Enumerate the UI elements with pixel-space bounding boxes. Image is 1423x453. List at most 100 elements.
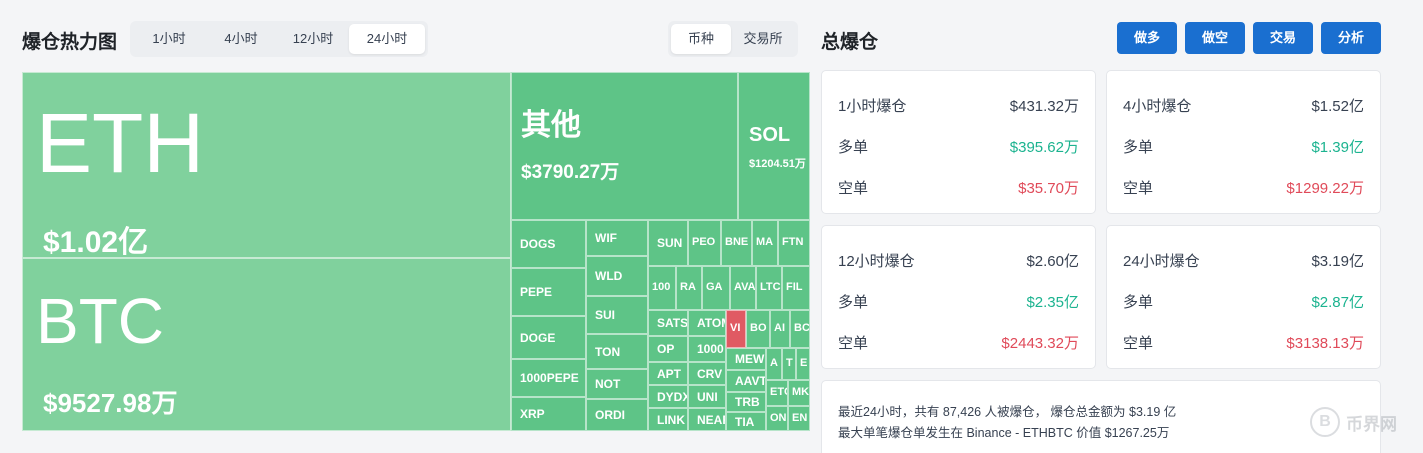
treemap-cell-wif[interactable]: WIF bbox=[586, 220, 648, 256]
treemap-cell-t[interactable]: T bbox=[782, 348, 796, 380]
treemap-cell-doge[interactable]: DOGE bbox=[511, 316, 586, 359]
cell-symbol: CRV bbox=[697, 367, 723, 381]
cell-symbol: NOT bbox=[595, 377, 621, 391]
treemap-cell-etc[interactable]: ETC bbox=[766, 380, 788, 406]
card-row-long: 多单 $2.35亿 bbox=[838, 291, 1079, 311]
treemap-cell-ai[interactable]: AI bbox=[770, 310, 790, 348]
treemap-cell-sun[interactable]: SUN bbox=[648, 220, 688, 266]
treemap-cell-trb[interactable]: TRB bbox=[726, 392, 766, 412]
long-button[interactable]: 做多 bbox=[1117, 22, 1177, 54]
treemap-cell-near[interactable]: NEAR bbox=[688, 408, 726, 431]
treemap-cell-sol[interactable]: SOL $1204.51万 bbox=[738, 72, 810, 220]
tab-coin[interactable]: 币种 bbox=[671, 24, 731, 54]
short-amount: $3138.13万 bbox=[1286, 335, 1364, 352]
analysis-button[interactable]: 分析 bbox=[1321, 22, 1381, 54]
treemap-cell-e[interactable]: E bbox=[796, 348, 810, 380]
treemap-cell-dogs[interactable]: DOGS bbox=[511, 220, 586, 268]
summary-line-1: 最近24小时，共有 87,426 人被爆仓， 爆仓总金额为 $3.19 亿 bbox=[838, 405, 1177, 419]
card-row-short: 空单 $35.70万 bbox=[838, 177, 1079, 197]
treemap-cell-peo[interactable]: PEO bbox=[688, 220, 721, 266]
card-row-total: 12小时爆仓 $2.60亿 bbox=[838, 250, 1079, 270]
treemap-cell-xrp[interactable]: XRP bbox=[511, 397, 586, 431]
treemap-cell-not[interactable]: NOT bbox=[586, 369, 648, 399]
treemap-cell-ordi[interactable]: ORDI bbox=[586, 399, 648, 431]
cell-symbol: 1000PEPE bbox=[520, 371, 579, 385]
tab-exchange[interactable]: 交易所 bbox=[731, 24, 795, 54]
cell-symbol: SATS bbox=[657, 316, 688, 330]
treemap-cell-wld[interactable]: WLD bbox=[586, 256, 648, 296]
cell-symbol: DOGS bbox=[520, 237, 556, 251]
treemap-cell-en[interactable]: EN bbox=[788, 406, 810, 431]
treemap-cell-pepe[interactable]: PEPE bbox=[511, 268, 586, 316]
treemap-cell-uni[interactable]: UNI bbox=[688, 385, 726, 408]
treemap-cell-apt[interactable]: APT bbox=[648, 362, 688, 385]
treemap-cell-bne[interactable]: BNE bbox=[721, 220, 752, 266]
card-row-short: 空单 $3138.13万 bbox=[1123, 332, 1364, 352]
treemap-cell-ava[interactable]: AVA bbox=[730, 266, 756, 310]
cell-symbol: RA bbox=[680, 281, 696, 293]
card-row-long: 多单 $2.87亿 bbox=[1123, 291, 1364, 311]
treemap-cell-1000pepe[interactable]: 1000PEPE bbox=[511, 359, 586, 397]
treemap-cell-a[interactable]: A bbox=[766, 348, 782, 380]
treemap-cell-bo[interactable]: BO bbox=[746, 310, 770, 348]
treemap-cell-ton[interactable]: TON bbox=[586, 334, 648, 369]
tab-1h[interactable]: 1小时 bbox=[133, 24, 205, 54]
trade-button[interactable]: 交易 bbox=[1253, 22, 1313, 54]
short-amount: $35.70万 bbox=[1018, 180, 1079, 197]
tab-4h[interactable]: 4小时 bbox=[205, 24, 277, 54]
treemap-cell-dydx[interactable]: DYDX bbox=[648, 385, 688, 408]
watermark-text: 币界网 bbox=[1346, 414, 1397, 434]
cell-value: $9527.98万 bbox=[43, 388, 178, 418]
treemap-cell-100[interactable]: 100 bbox=[648, 266, 676, 310]
tab-24h[interactable]: 24小时 bbox=[349, 24, 425, 54]
treemap-cell-1000[interactable]: 1000 bbox=[688, 336, 726, 362]
treemap-cell-link[interactable]: LINK bbox=[648, 408, 688, 431]
time-range-tabs: 1小时 4小时 12小时 24小时 bbox=[130, 21, 428, 57]
cell-symbol: MA bbox=[756, 236, 774, 248]
cell-symbol: PEO bbox=[692, 236, 716, 248]
treemap-cell-mew[interactable]: MEW bbox=[726, 348, 766, 370]
cell-symbol: BO bbox=[750, 322, 767, 334]
treemap-cell-ra[interactable]: RA bbox=[676, 266, 702, 310]
cell-symbol: UNI bbox=[697, 390, 718, 404]
treemap-cell-sui[interactable]: SUI bbox=[586, 296, 648, 334]
treemap-cell-eth[interactable]: ETH $1.02亿 bbox=[22, 72, 511, 258]
treemap-cell-atom[interactable]: ATOM bbox=[688, 310, 726, 336]
treemap-cell-vi[interactable]: VI bbox=[726, 310, 746, 348]
treemap-cell-other[interactable]: 其他 $3790.27万 bbox=[511, 72, 738, 220]
long-label: 多单 bbox=[838, 294, 869, 311]
card-24h: 24小时爆仓 $3.19亿 多单 $2.87亿 空单 $3138.13万 bbox=[1106, 225, 1381, 369]
cell-symbol: AI bbox=[774, 322, 785, 334]
tab-12h[interactable]: 12小时 bbox=[277, 24, 349, 54]
treemap-cell-crv[interactable]: CRV bbox=[688, 362, 726, 385]
treemap-cell-sats[interactable]: SATS bbox=[648, 310, 688, 336]
short-amount: $2443.32万 bbox=[1001, 335, 1079, 352]
card-row-short: 空单 $1299.22万 bbox=[1123, 177, 1364, 197]
short-label: 空单 bbox=[1123, 180, 1154, 197]
treemap-cell-btc[interactable]: BTC $9527.98万 bbox=[22, 258, 511, 431]
treemap-cell-mk[interactable]: MK bbox=[788, 380, 810, 406]
card-row-total: 24小时爆仓 $3.19亿 bbox=[1123, 250, 1364, 270]
cell-symbol: ETC bbox=[770, 386, 787, 398]
cell-symbol: T bbox=[786, 357, 793, 369]
short-button[interactable]: 做空 bbox=[1185, 22, 1245, 54]
cell-symbol: 其他 bbox=[521, 109, 581, 142]
long-label: 多单 bbox=[838, 139, 869, 156]
treemap-cell-op[interactable]: OP bbox=[648, 336, 688, 362]
treemap-cell-ltc[interactable]: LTC bbox=[756, 266, 782, 310]
long-amount: $1.39亿 bbox=[1311, 139, 1364, 156]
cell-symbol: WIF bbox=[595, 231, 617, 245]
treemap-cell-on[interactable]: ON bbox=[766, 406, 788, 431]
cell-symbol: AVA bbox=[734, 281, 756, 293]
treemap-cell-ftn[interactable]: FTN bbox=[778, 220, 810, 266]
card-row-total: 4小时爆仓 $1.52亿 bbox=[1123, 95, 1364, 115]
treemap-cell-aavt[interactable]: AAVT bbox=[726, 370, 766, 392]
treemap-cell-ma[interactable]: MA bbox=[752, 220, 778, 266]
treemap-cell-fil[interactable]: FIL bbox=[782, 266, 810, 310]
treemap-cell-ga[interactable]: GA bbox=[702, 266, 730, 310]
total-liquidation-title: 总爆仓 bbox=[821, 32, 879, 53]
treemap-cell-bc[interactable]: BC bbox=[790, 310, 810, 348]
treemap-cell-tia[interactable]: TIA bbox=[726, 412, 766, 431]
card-1h: 1小时爆仓 $431.32万 多单 $395.62万 空单 $35.70万 bbox=[821, 70, 1096, 214]
liquidation-treemap: ETH $1.02亿 BTC $9527.98万 其他 $3790.27万 SOL $1204… bbox=[22, 72, 810, 431]
